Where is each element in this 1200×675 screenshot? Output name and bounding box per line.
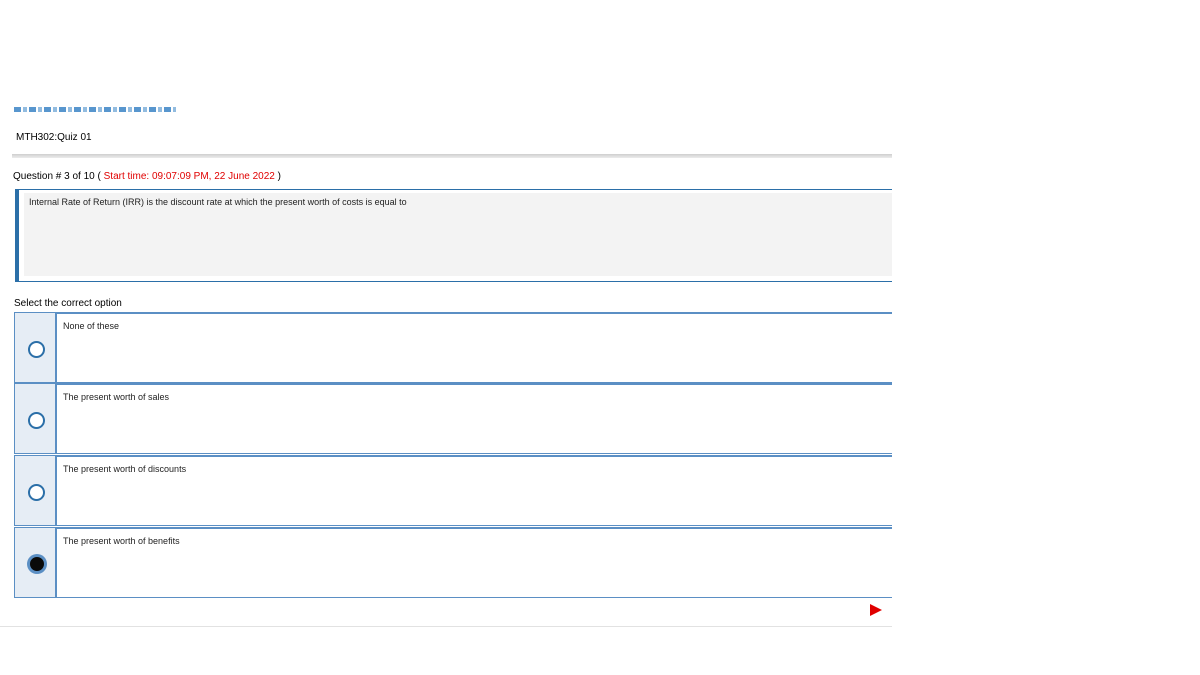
question-header-close: ) [274, 171, 281, 182]
option-row[interactable]: None of these [14, 312, 892, 383]
question-text: Internal Rate of Return (IRR) is the dis… [29, 197, 407, 207]
option-text: The present worth of benefits [63, 536, 180, 546]
radio-button-selected[interactable] [28, 555, 46, 573]
option-row[interactable]: The present worth of benefits [14, 527, 892, 598]
quiz-title: MTH302:Quiz 01 [16, 132, 92, 143]
option-text: The present worth of sales [63, 392, 170, 402]
radio-cell[interactable] [14, 455, 56, 526]
radio-button[interactable] [28, 412, 45, 429]
play-arrow-icon[interactable] [870, 604, 882, 616]
option-text-cell[interactable]: The present worth of discounts [56, 455, 892, 526]
radio-button[interactable] [28, 341, 45, 358]
option-row[interactable]: The present worth of discounts [14, 455, 892, 526]
option-text-cell[interactable]: The present worth of sales [56, 383, 892, 454]
question-text-area: Internal Rate of Return (IRR) is the dis… [24, 193, 892, 276]
question-header: Question # 3 of 10 ( Start time: 09:07:0… [13, 171, 281, 182]
option-text: The present worth of discounts [63, 464, 187, 474]
option-text-cell[interactable]: The present worth of benefits [56, 527, 892, 598]
radio-button[interactable] [28, 484, 45, 501]
option-text: None of these [63, 321, 120, 331]
radio-cell[interactable] [14, 312, 56, 383]
bottom-divider [0, 626, 892, 627]
radio-cell[interactable] [14, 383, 56, 454]
cropped-header-text [14, 107, 176, 112]
quiz-page: MTH302:Quiz 01 Question # 3 of 10 ( Star… [0, 0, 1200, 675]
select-option-label: Select the correct option [14, 298, 122, 309]
question-box: Internal Rate of Return (IRR) is the dis… [15, 189, 892, 282]
question-number: Question # 3 of 10 ( [13, 171, 104, 182]
option-text-cell[interactable]: None of these [56, 312, 892, 383]
title-divider [12, 154, 892, 158]
option-row[interactable]: The present worth of sales [14, 383, 892, 454]
radio-cell[interactable] [14, 527, 56, 598]
start-time: Start time: 09:07:09 PM, 22 June 2022 [103, 171, 275, 182]
